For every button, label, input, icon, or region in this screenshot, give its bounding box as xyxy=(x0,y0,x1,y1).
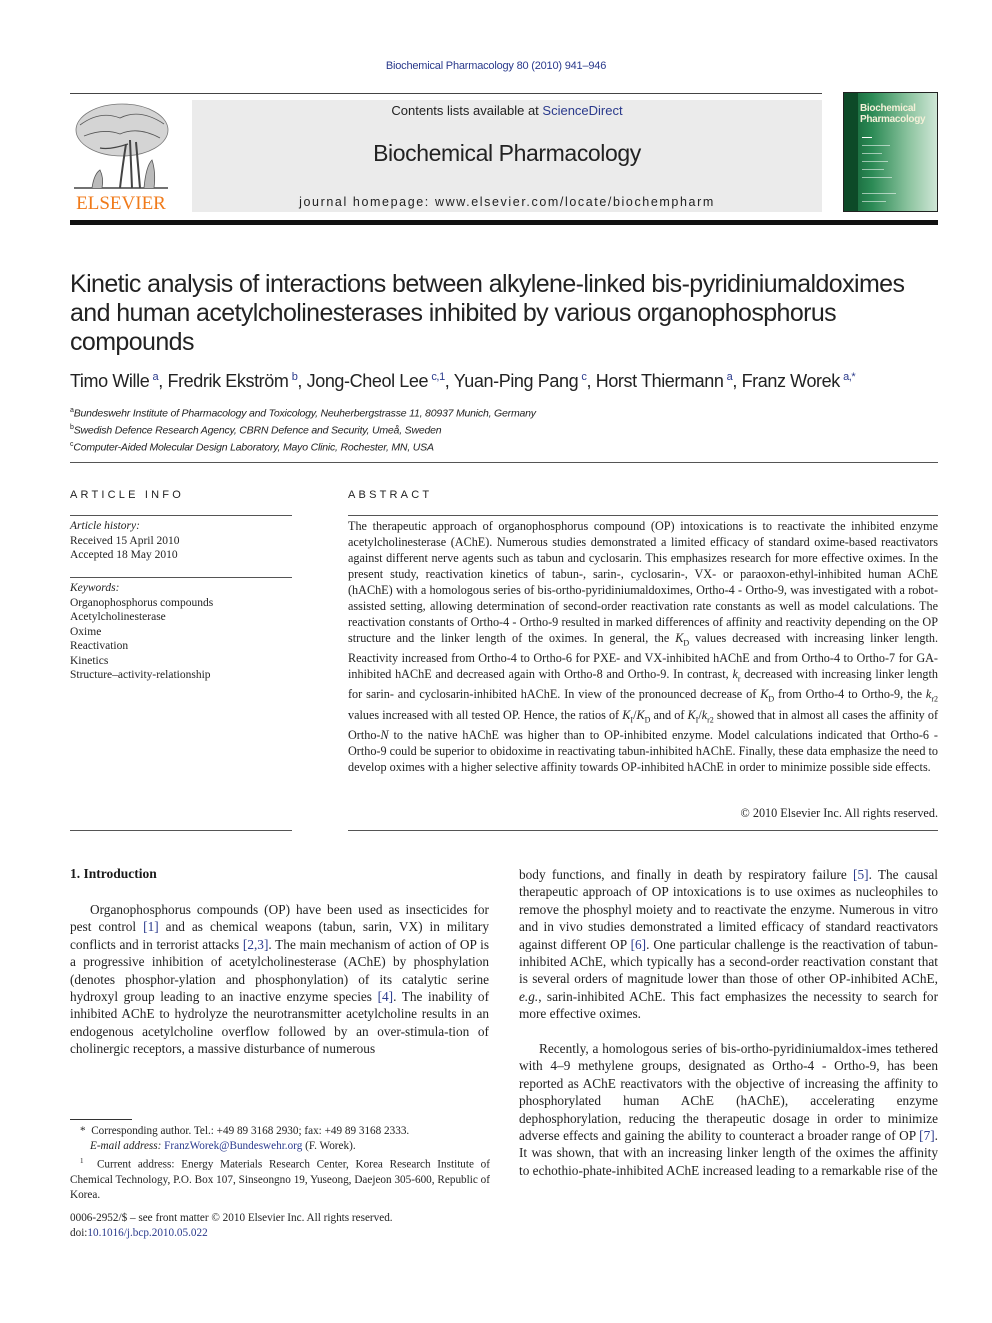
italic-text: e.g. xyxy=(519,988,539,1004)
keyword: Reactivation xyxy=(70,640,129,652)
abstract-text: The therapeutic approach of organophosph… xyxy=(348,519,938,775)
keyword: Structure–activity-relationship xyxy=(70,669,211,681)
abstract-bottom-rule xyxy=(348,830,938,831)
reference-link[interactable]: [4] xyxy=(378,989,394,1004)
reference-link[interactable]: [2,3] xyxy=(243,937,268,952)
author-name[interactable]: Fredrik Ekström xyxy=(167,371,291,391)
article-title: Kinetic analysis of interactions between… xyxy=(70,270,905,356)
contents-prefix: Contents lists available at xyxy=(391,103,543,118)
current-address-note: 1 Current address: Energy Materials Rese… xyxy=(70,1157,491,1201)
author-name[interactable]: Horst Thiermann xyxy=(596,371,727,391)
email-link[interactable]: FranzWorek@Bundeswehr.org xyxy=(164,1140,302,1152)
accepted-date: Accepted 18 May 2010 xyxy=(70,549,178,561)
keywords-heading: Keywords: xyxy=(70,582,120,594)
affiliations: aBundeswehr Institute of Pharmacology an… xyxy=(70,404,950,455)
sciencedirect-link[interactable]: ScienceDirect xyxy=(542,103,622,118)
introduction-heading: 1. Introduction xyxy=(70,866,157,881)
elsevier-wordmark: ELSEVIER xyxy=(76,193,166,214)
footnote-rule xyxy=(70,1119,132,1120)
author-affiliation-marker[interactable]: a,* xyxy=(843,371,856,383)
issn-line: 0006-2952/$ – see front matter © 2010 El… xyxy=(70,1212,393,1224)
section-rule xyxy=(70,462,938,463)
contents-line: Contents lists available at ScienceDirec… xyxy=(192,103,822,118)
author-separator: , xyxy=(297,371,307,391)
journal-masthead: Contents lists available at ScienceDirec… xyxy=(192,100,822,212)
cover-strip xyxy=(844,93,858,211)
reference-link[interactable]: [5] xyxy=(853,867,869,882)
article-info-bottom-rule xyxy=(70,830,292,831)
author-separator: , xyxy=(444,371,454,391)
intro-paragraph-left: Organophosphorus compounds (OP) have bee… xyxy=(70,901,489,1058)
intro-paragraph-right-2: Recently, a homologous series of bis-ort… xyxy=(519,1040,938,1179)
article-info-label: ARTICLE INFO xyxy=(70,489,184,501)
abstract-rule xyxy=(348,515,938,516)
cover-divider xyxy=(862,201,886,202)
body-text: body functions, and finally in death by … xyxy=(519,867,854,882)
author-separator: , xyxy=(586,371,596,391)
author-separator: , xyxy=(732,371,742,391)
cover-divider xyxy=(862,137,872,138)
reference-link[interactable]: [6] xyxy=(631,937,647,952)
keyword: Oxime xyxy=(70,625,102,638)
doi-line: doi:10.1016/j.bcp.2010.05.022 xyxy=(70,1227,208,1239)
author-list: Timo Wille a, Fredrik Ekström b, Jong-Ch… xyxy=(70,371,950,392)
journal-cover-thumbnail[interactable]: Biochemical Pharmacology xyxy=(843,92,938,212)
front-matter: 0006-2952/$ – see front matter © 2010 El… xyxy=(70,1211,490,1241)
email-note: E-mail address: FranzWorek@Bundeswehr.or… xyxy=(90,1140,356,1152)
keywords-block: Keywords: Organophosphorus compounds Ace… xyxy=(70,581,292,683)
received-date: Received 15 April 2010 xyxy=(70,534,180,547)
header-rule xyxy=(70,93,822,94)
keyword: Kinetics xyxy=(70,654,109,667)
cover-divider xyxy=(862,177,892,178)
cover-divider xyxy=(862,169,884,170)
author-affiliation-marker[interactable]: c,1 xyxy=(431,371,445,383)
body-text: Recently, a homologous series of bis-ort… xyxy=(519,1041,938,1144)
journal-homepage-link[interactable]: journal homepage: www.elsevier.com/locat… xyxy=(192,195,822,209)
elsevier-logo[interactable]: ELSEVIER xyxy=(70,100,172,215)
author-name[interactable]: Yuan-Ping Pang xyxy=(454,371,582,391)
journal-citation[interactable]: Biochemical Pharmacology 80 (2010) 941–9… xyxy=(0,60,992,72)
article-info-rule xyxy=(70,515,292,516)
affiliation: cComputer-Aided Molecular Design Laborat… xyxy=(70,441,434,454)
affiliation: bSwedish Defence Research Agency, CBRN D… xyxy=(70,424,442,437)
intro-paragraph-right-1: body functions, and finally in death by … xyxy=(519,866,938,1023)
tree-icon xyxy=(74,103,169,189)
keywords-rule xyxy=(70,577,292,578)
footnotes: * Corresponding author. Tel.: +49 89 316… xyxy=(70,1124,490,1203)
affiliation: aBundeswehr Institute of Pharmacology an… xyxy=(70,407,536,420)
abstract-label: ABSTRACT xyxy=(348,489,433,501)
journal-title: Biochemical Pharmacology xyxy=(373,140,641,166)
cover-divider xyxy=(862,145,890,146)
cover-divider xyxy=(862,153,882,154)
keyword: Acetylcholinesterase xyxy=(70,611,166,623)
doi-link[interactable]: 10.1016/j.bcp.2010.05.022 xyxy=(87,1227,207,1239)
body-text: , sarin-inhibited AChE. This fact emphas… xyxy=(519,988,938,1022)
author-name[interactable]: Timo Wille xyxy=(70,371,153,391)
header-thick-rule xyxy=(70,220,938,225)
cover-title: Biochemical Pharmacology xyxy=(860,103,926,125)
reference-link[interactable]: [1] xyxy=(143,919,159,934)
article-history: Article history: Received 15 April 2010 … xyxy=(70,519,292,563)
abstract-copyright: © 2010 Elsevier Inc. All rights reserved… xyxy=(740,806,938,820)
cover-divider xyxy=(862,161,888,162)
reference-link[interactable]: [7] xyxy=(919,1128,935,1143)
article-history-heading: Article history: xyxy=(70,520,140,532)
author-name[interactable]: Franz Worek xyxy=(742,371,844,391)
author-name[interactable]: Jong-Cheol Lee xyxy=(307,371,432,391)
keyword: Organophosphorus compounds xyxy=(70,596,214,609)
cover-divider xyxy=(862,193,896,194)
corresponding-author-note: * Corresponding author. Tel.: +49 89 316… xyxy=(80,1125,410,1137)
